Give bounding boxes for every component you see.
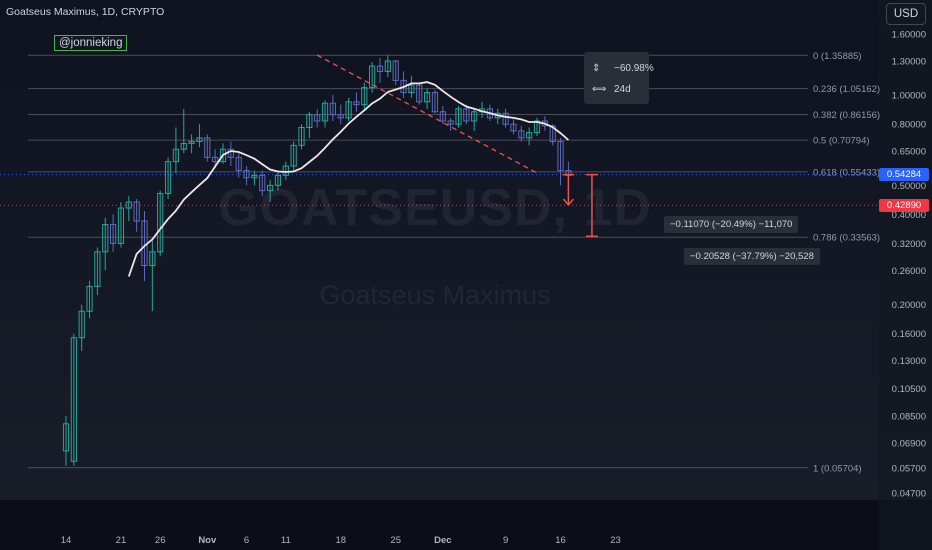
y-tick-label: 0.80000	[892, 120, 926, 131]
x-tick-label: 23	[610, 535, 621, 546]
y-tick-label: 0.04700	[892, 489, 926, 500]
symbol-title: Goatseus Maximus, 1D, CRYPTO	[6, 6, 165, 18]
fib-level-label: 0.236 (1.05162)	[813, 84, 880, 95]
y-tick-label: 0.65000	[892, 147, 926, 158]
y-tick-label: 0.32000	[892, 239, 926, 250]
price-chart[interactable]: 0 (1.35885) 0.236 (1.05162) 0.382 (0.86156…	[0, 0, 932, 550]
time-axis-background	[0, 500, 932, 550]
x-tick-label: 6	[244, 535, 249, 546]
x-tick-label: Nov	[198, 535, 217, 546]
y-tick-label: 0.10500	[892, 384, 926, 395]
y-tick-label: 0.50000	[892, 181, 926, 192]
y-tick-label: 1.00000	[892, 91, 926, 102]
y-tick-label: 0.16000	[892, 329, 926, 340]
watermark-name: Goatseus Maximus	[319, 280, 551, 310]
position-pl-box-2: −0.20528 (−37.79%) −20,528	[684, 248, 820, 265]
vertical-range-icon: ⇕	[592, 62, 601, 74]
x-tick-label: 9	[503, 535, 508, 546]
x-tick-label: 21	[116, 535, 127, 546]
x-tick-label: 18	[335, 535, 346, 546]
horizontal-range-icon: ⟺	[592, 83, 607, 95]
measure-duration-row: ⟺ 24d	[592, 82, 631, 96]
x-tick-label: 14	[61, 535, 72, 546]
y-tick-label: 0.08500	[892, 411, 926, 422]
measure-tooltip: ⇕ −60.98% ⟺ 24d	[584, 52, 654, 104]
fib-level-label: 0.382 (0.86156)	[813, 110, 880, 121]
author-handle: @jonnieking	[54, 35, 128, 51]
measure-percent-row: ⇕ −60.98%	[592, 61, 654, 75]
fib-level-label: 1 (0.05704)	[813, 463, 862, 474]
position-pl-box-1: −0.11070 (−20.49%) −11,070	[664, 216, 799, 233]
last-price-tag: 0.54284	[879, 168, 929, 182]
y-tick-label: 1.60000	[892, 30, 926, 41]
x-tick-label: 26	[155, 535, 166, 546]
x-tick-label: 16	[555, 535, 566, 546]
measure-percent: −60.98%	[614, 62, 654, 74]
y-tick-label: 1.30000	[892, 57, 926, 68]
measure-duration: 24d	[614, 83, 631, 95]
y-tick-label: 0.05700	[892, 463, 926, 474]
y-tick-label: 0.26000	[892, 266, 926, 277]
x-tick-label: Dec	[434, 535, 451, 546]
chart-screen: 0 (1.35885) 0.236 (1.05162) 0.382 (0.86156…	[0, 0, 932, 550]
fib-level-label: 0.618 (0.55433)	[813, 167, 880, 178]
y-tick-label: 0.13000	[892, 356, 926, 367]
fib-level-label: 0.5 (0.70794)	[813, 136, 870, 147]
cursor-price-tag: 0.42890	[879, 198, 929, 212]
y-tick-label: 0.06900	[892, 439, 926, 450]
fib-level-label: 0 (1.35885)	[813, 51, 862, 62]
x-tick-label: 25	[390, 535, 401, 546]
currency-button[interactable]: USD	[886, 3, 926, 25]
x-tick-label: 11	[281, 535, 291, 546]
y-tick-label: 0.20000	[892, 300, 926, 311]
